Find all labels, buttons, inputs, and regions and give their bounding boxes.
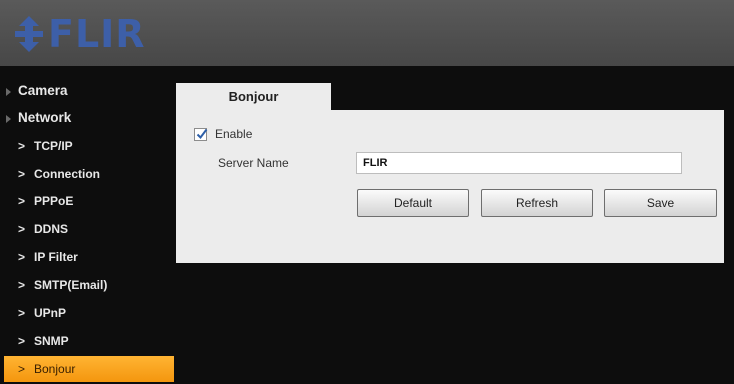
sidebar-item-ddns[interactable]: > DDNS bbox=[4, 216, 174, 242]
sidebar-category-camera[interactable]: Camera bbox=[4, 78, 174, 104]
chevron-right-icon: > bbox=[18, 167, 26, 181]
sidebar-item-label: TCP/IP bbox=[34, 139, 73, 153]
flir-logo: FLIR bbox=[12, 12, 146, 56]
sidebar-item-label: Bonjour bbox=[34, 362, 76, 376]
chevron-right-icon: > bbox=[18, 278, 26, 292]
chevron-right-icon: > bbox=[18, 306, 26, 320]
tab-strip: Bonjour bbox=[176, 83, 724, 110]
sidebar-item-upnp[interactable]: > UPnP bbox=[4, 300, 174, 326]
sidebar-item-label: SNMP bbox=[34, 334, 69, 348]
chevron-right-icon: > bbox=[18, 194, 26, 208]
header-bar: FLIR bbox=[0, 0, 734, 66]
sidebar: Camera Network > TCP/IP > Connection > PPPo… bbox=[0, 66, 176, 384]
logo-text: FLIR bbox=[48, 12, 146, 56]
sidebar-item-snmp[interactable]: > SNMP bbox=[4, 328, 174, 354]
chevron-right-icon: > bbox=[18, 222, 26, 236]
enable-checkbox[interactable] bbox=[194, 127, 208, 141]
server-name-input[interactable] bbox=[356, 152, 682, 174]
chevron-right-icon: > bbox=[18, 139, 26, 153]
sidebar-item-label: Connection bbox=[34, 167, 100, 181]
sidebar-item-smtp[interactable]: > SMTP(Email) bbox=[4, 272, 174, 298]
checkmark-icon bbox=[196, 128, 208, 139]
sidebar-item-connection[interactable]: > Connection bbox=[4, 161, 174, 187]
sidebar-item-label: UPnP bbox=[34, 306, 67, 320]
enable-row[interactable]: Enable bbox=[194, 125, 252, 143]
server-name-label: Server Name bbox=[218, 156, 289, 170]
chevron-right-icon: > bbox=[18, 362, 26, 376]
sidebar-item-tcpip[interactable]: > TCP/IP bbox=[4, 133, 174, 159]
sidebar-item-ip-filter[interactable]: > IP Filter bbox=[4, 244, 174, 270]
default-button[interactable]: Default bbox=[357, 189, 469, 217]
chevron-right-icon: > bbox=[18, 250, 26, 264]
sidebar-item-pppoe[interactable]: > PPPoE bbox=[4, 188, 174, 214]
flir-flame-icon bbox=[15, 16, 43, 52]
settings-panel: Bonjour Enable Server Name Default Refre… bbox=[176, 83, 724, 263]
sidebar-item-label: DDNS bbox=[34, 222, 69, 236]
sidebar-item-bonjour[interactable]: > Bonjour bbox=[4, 356, 174, 382]
sidebar-category-network[interactable]: Network bbox=[4, 105, 174, 131]
save-button[interactable]: Save bbox=[604, 189, 717, 217]
tab-bonjour[interactable]: Bonjour bbox=[176, 83, 331, 110]
refresh-button[interactable]: Refresh bbox=[481, 189, 593, 217]
sidebar-item-label: PPPoE bbox=[34, 194, 74, 208]
enable-label: Enable bbox=[215, 127, 253, 141]
sidebar-item-label: IP Filter bbox=[34, 250, 78, 264]
sidebar-item-label: SMTP(Email) bbox=[34, 278, 108, 292]
chevron-right-icon: > bbox=[18, 334, 26, 348]
